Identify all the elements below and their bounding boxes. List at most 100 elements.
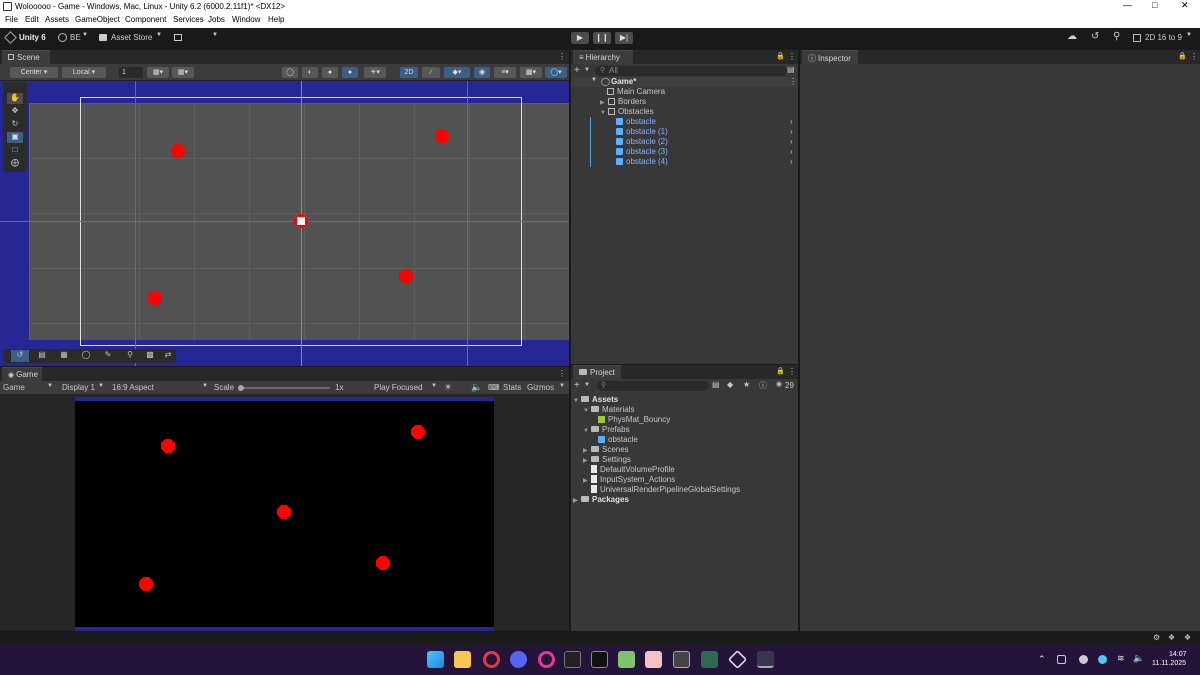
- audio-fx-dropdown[interactable]: ◆▾: [444, 67, 470, 78]
- hierarchy-search-field[interactable]: ⚲ All: [595, 66, 787, 76]
- windows-start-icon[interactable]: [427, 651, 444, 668]
- grid-visibility-button[interactable]: ▦▾: [147, 67, 169, 78]
- hierarchy-item-obstacle-3[interactable]: obstacle (3): [616, 147, 668, 156]
- scale-slider-thumb[interactable]: [238, 385, 244, 391]
- scene-player-object[interactable]: [294, 214, 308, 228]
- asset-input-system-actions[interactable]: ▶ InputSystem_Actions: [583, 475, 675, 484]
- rotate-tool-icon[interactable]: ↻: [7, 119, 23, 130]
- shaded-mode-icon[interactable]: ◐: [302, 67, 318, 78]
- terminal-icon[interactable]: [564, 651, 581, 668]
- notepad-icon[interactable]: [618, 651, 635, 668]
- draw-mode-globe-icon[interactable]: ◯: [282, 67, 298, 78]
- folder-scenes[interactable]: ▶ Scenes: [583, 445, 629, 454]
- step-button[interactable]: ▶|: [615, 32, 633, 44]
- gizmos-dropdown[interactable]: ◯▾: [545, 67, 567, 78]
- sphere-mode-icon[interactable]: ●: [322, 67, 338, 78]
- cloud-icon[interactable]: ☁: [1067, 31, 1077, 42]
- scale-slider[interactable]: [238, 385, 330, 391]
- collapse-arrow-icon[interactable]: ▶: [583, 477, 591, 484]
- scene-more-icon[interactable]: ⋮: [789, 77, 797, 86]
- history-icon[interactable]: ↺: [1091, 31, 1099, 42]
- toggle-2d-button[interactable]: 2D: [400, 67, 418, 78]
- asset-prefab-obstacle[interactable]: obstacle: [598, 435, 638, 444]
- tab-hierarchy[interactable]: ≡ Hierarchy: [573, 50, 633, 64]
- project-more-icon[interactable]: ⋮: [788, 367, 796, 376]
- expand-arrow-icon[interactable]: ▼: [583, 428, 591, 434]
- asset-store-button[interactable]: Asset Store: [111, 33, 152, 42]
- menu-assets[interactable]: Assets: [45, 15, 69, 24]
- folder-assets[interactable]: ▼ Assets: [573, 395, 618, 404]
- prefab-open-chevron-icon[interactable]: ›: [790, 127, 793, 136]
- hierarchy-lock-icon[interactable]: 🔒: [776, 52, 785, 60]
- grid-snap-input[interactable]: 1: [119, 67, 143, 78]
- hierarchy-item-obstacle-4[interactable]: obstacle (4): [616, 157, 668, 166]
- select-icon[interactable]: ▩: [141, 350, 159, 362]
- tab-project[interactable]: Project: [573, 365, 621, 379]
- tilemap-icon[interactable]: ▤: [33, 350, 51, 362]
- game-view-dropdown[interactable]: Game: [3, 383, 25, 392]
- folder-settings[interactable]: ▶ Settings: [583, 455, 631, 464]
- pivot-dropdown[interactable]: Center ▾: [10, 67, 58, 78]
- menu-jobs[interactable]: Jobs: [208, 15, 225, 24]
- speaker-icon[interactable]: 🔈: [1133, 653, 1144, 664]
- scale-tool-icon[interactable]: ▣: [7, 132, 23, 143]
- add-object-chevron-icon[interactable]: ▼: [584, 67, 590, 73]
- project-add-button[interactable]: +: [574, 380, 580, 391]
- folder-packages[interactable]: ▶ Packages: [573, 495, 629, 504]
- hierarchy-item-obstacle-1[interactable]: obstacle (1): [616, 127, 668, 136]
- prefab-open-chevron-icon[interactable]: ›: [790, 137, 793, 146]
- collapse-arrow-icon[interactable]: ▶: [600, 99, 608, 106]
- lighting-mode-icon[interactable]: ●: [342, 67, 358, 78]
- minimize-button[interactable]: —: [1123, 0, 1132, 10]
- search-by-type-icon[interactable]: ▤: [712, 380, 720, 389]
- scene-obstacle[interactable]: [148, 291, 162, 305]
- grid-brush-icon[interactable]: ▦: [55, 350, 73, 362]
- cache-icon[interactable]: ❖: [1184, 633, 1191, 642]
- gizmos-button[interactable]: Gizmos: [527, 383, 554, 392]
- visibility-toggle-icon[interactable]: ◉: [474, 67, 490, 78]
- game-view[interactable]: [0, 395, 569, 631]
- close-button[interactable]: ✕: [1181, 0, 1189, 11]
- rect-tool-icon[interactable]: □: [7, 145, 23, 156]
- refresh-icon[interactable]: ◯: [77, 350, 95, 362]
- version-control-chevron-icon[interactable]: ▼: [212, 32, 218, 38]
- game-app-icon[interactable]: [673, 651, 690, 668]
- discord-icon[interactable]: [510, 651, 527, 668]
- collapse-arrow-icon[interactable]: ▶: [583, 457, 591, 464]
- menu-help[interactable]: Help: [268, 15, 284, 24]
- opera-gx-icon[interactable]: [538, 651, 555, 668]
- hierarchy-item-obstacle[interactable]: obstacle: [616, 117, 656, 126]
- zoom-icon[interactable]: ⚲: [121, 350, 139, 362]
- maximize-button[interactable]: □: [1152, 0, 1157, 10]
- project-lock-icon[interactable]: 🔒: [776, 367, 785, 375]
- scene-obstacle[interactable]: [399, 269, 413, 283]
- epic-games-icon[interactable]: [591, 651, 608, 668]
- unity-editor-icon[interactable]: [757, 651, 774, 668]
- expand-arrow-icon[interactable]: ▼: [600, 110, 608, 116]
- inspector-lock-icon[interactable]: 🔒: [1178, 52, 1187, 60]
- shuffle-icon[interactable]: ⇄: [161, 350, 175, 362]
- paint-icon[interactable]: ✎: [99, 350, 117, 362]
- game-settings-icon[interactable]: ☀: [444, 382, 452, 393]
- layout-dropdown[interactable]: 2D 16 to 9: [1145, 33, 1182, 42]
- project-search-field[interactable]: ⚲: [597, 381, 709, 391]
- code-editor-icon[interactable]: [701, 651, 718, 668]
- space-dropdown[interactable]: Local ▾: [62, 67, 106, 78]
- sync-icon[interactable]: ↺: [11, 350, 29, 362]
- prefab-open-chevron-icon[interactable]: ›: [790, 147, 793, 156]
- hierarchy-more-icon[interactable]: ⋮: [788, 52, 796, 61]
- menu-edit[interactable]: Edit: [25, 15, 39, 24]
- tray-app-icon[interactable]: [1057, 655, 1066, 664]
- display-dropdown[interactable]: Display 1: [62, 383, 95, 392]
- clock-time[interactable]: 14:07: [1169, 651, 1187, 658]
- debug-icon[interactable]: ⚙: [1153, 633, 1160, 642]
- game-more-icon[interactable]: ⋮: [558, 369, 566, 378]
- menu-window[interactable]: Window: [232, 15, 260, 24]
- project-add-chevron-icon[interactable]: ▼: [584, 382, 590, 388]
- wifi-icon[interactable]: ≋: [1117, 653, 1125, 664]
- asset-urp-global-settings[interactable]: UniversalRenderPipelineGlobalSettings: [591, 485, 740, 494]
- lighting-toggle-icon[interactable]: ∕: [422, 67, 440, 78]
- shortcuts-icon[interactable]: ⌨: [488, 383, 500, 392]
- layers-dropdown[interactable]: ≡▾: [494, 67, 516, 78]
- scene-more-icon[interactable]: ⋮: [558, 52, 566, 61]
